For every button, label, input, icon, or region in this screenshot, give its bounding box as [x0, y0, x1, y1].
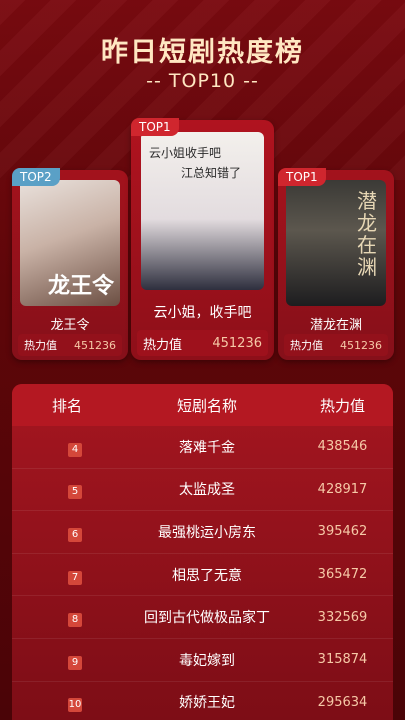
podium-card-top1[interactable]: 云小姐收手吧 江总知错了 TOP1 云小姐，收手吧 热力值 451236 [131, 118, 274, 360]
heat-value: 365472 [317, 567, 368, 583]
rank-number: 9 [68, 655, 82, 670]
table-row[interactable]: 7 相思了无意 365472 [12, 554, 393, 597]
heat-value: 438546 [317, 439, 368, 455]
ranking-table: 排名 短剧名称 热力值 4 落难千金 438546 5 太监成圣 428917 … [12, 384, 393, 720]
heat-value: 395462 [317, 524, 368, 540]
header-rank: 排名 [51, 396, 82, 415]
poster-text-line1: 云小姐收手吧 [149, 146, 222, 160]
heat-bar: 热力值 451236 [284, 334, 388, 356]
drama-name[interactable]: 娇娇王妃 [122, 692, 292, 712]
heat-label: 热力值 [24, 339, 57, 352]
heat-value: 451236 [74, 338, 116, 352]
drama-title[interactable]: 龙王令 [12, 314, 128, 333]
drama-name[interactable]: 毒妃嫁到 [122, 650, 292, 670]
heat-value: 451236 [340, 338, 382, 352]
table-row[interactable]: 8 回到古代做极品家丁 332569 [12, 596, 393, 639]
poster-text-line2: 江总知错了 [181, 166, 242, 180]
drama-poster[interactable]: 潜龙在渊 [286, 180, 386, 306]
heat-value: 332569 [317, 609, 368, 625]
drama-title[interactable]: 潜龙在渊 [278, 314, 394, 333]
table-row[interactable]: 6 最强桃运小房东 395462 [12, 511, 393, 554]
poster-calligraphy: 龙王令 [48, 273, 115, 299]
rank-badge: TOP1 [131, 118, 179, 136]
heat-bar: 热力值 451236 [18, 334, 122, 356]
drama-name[interactable]: 回到古代做极品家丁 [122, 607, 292, 627]
rank-badge: TOP1 [278, 168, 326, 186]
rank-number: 8 [68, 613, 82, 628]
drama-title[interactable]: 云小姐，收手吧 [131, 302, 274, 322]
table-row[interactable]: 5 太监成圣 428917 [12, 469, 393, 512]
podium-card-top2[interactable]: 龙王令 TOP2 龙王令 热力值 451236 [12, 168, 128, 360]
drama-name[interactable]: 太监成圣 [122, 479, 292, 499]
header-name: 短剧名称 [176, 396, 237, 415]
rank-number: 6 [68, 527, 82, 542]
heat-value: 315874 [317, 652, 368, 668]
table-row[interactable]: 10 娇娇王妃 295634 [12, 682, 393, 720]
podium-card-top1-right[interactable]: 潜龙在渊 TOP1 潜龙在渊 热力值 451236 [278, 168, 394, 360]
drama-poster[interactable]: 龙王令 [20, 180, 120, 306]
heat-value: 428917 [317, 481, 368, 497]
heat-label: 热力值 [290, 339, 323, 352]
heat-value: 295634 [317, 694, 368, 710]
drama-name[interactable]: 最强桃运小房东 [122, 522, 292, 542]
header-heat: 热力值 [319, 396, 365, 415]
page-subtitle: -- TOP10 -- [146, 70, 259, 92]
table-header: 排名 短剧名称 热力值 [12, 384, 393, 426]
rank-number: 4 [68, 442, 82, 457]
drama-name[interactable]: 落难千金 [122, 437, 292, 457]
heat-bar: 热力值 451236 [137, 330, 268, 356]
poster-calligraphy: 潜龙在渊 [357, 189, 377, 279]
rank-number: 10 [68, 698, 82, 713]
rank-badge: TOP2 [12, 168, 60, 186]
rank-number: 5 [68, 485, 82, 500]
drama-name[interactable]: 相思了无意 [122, 565, 292, 585]
heat-value: 451236 [212, 335, 262, 351]
page-title: 昨日短剧热度榜 [101, 37, 304, 68]
heat-label: 热力值 [143, 337, 183, 353]
table-row[interactable]: 4 落难千金 438546 [12, 426, 393, 469]
drama-poster[interactable]: 云小姐收手吧 江总知错了 [141, 132, 264, 290]
rank-number: 7 [68, 570, 82, 585]
table-row[interactable]: 9 毒妃嫁到 315874 [12, 639, 393, 682]
